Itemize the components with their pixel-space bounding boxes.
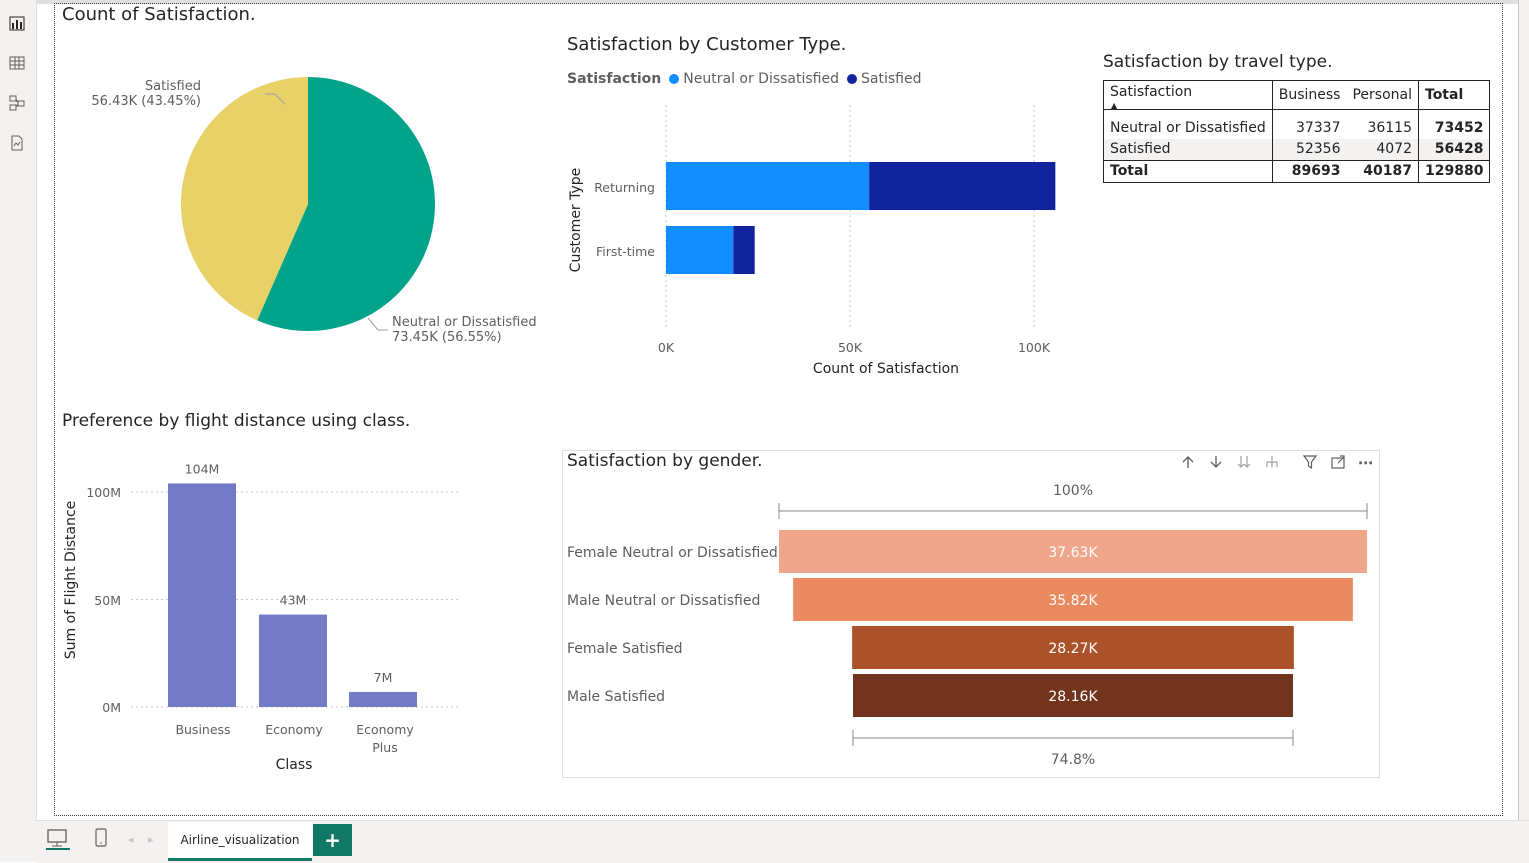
funnel-stage-label: Male Neutral or Dissatisfied	[567, 593, 760, 609]
x-label-economy: Economy	[265, 722, 323, 737]
x-tick-100k: 100K	[1018, 340, 1051, 355]
tab-airline-visualization[interactable]: Airline_visualization	[168, 822, 312, 861]
y-axis-title: Customer Type	[568, 168, 584, 273]
matrix-cell: 73452	[1418, 117, 1490, 139]
bar-returning-neutral[interactable]	[666, 162, 870, 210]
tab-scroll-left-icon[interactable]: ◂	[128, 833, 134, 846]
matrix-header-personal[interactable]: Personal	[1346, 81, 1418, 110]
legend-neutral-swatch	[669, 74, 680, 84]
pie-chart-title: Count of Satisfaction.	[62, 4, 256, 25]
x-tick-0k: 0K	[658, 340, 675, 355]
x-axis-title: Count of Satisfaction	[813, 361, 959, 377]
matrix-cell: 37337	[1271, 117, 1347, 139]
legend-satisfied-label[interactable]: Satisfied	[861, 71, 921, 87]
class-x-axis-title: Class	[276, 757, 313, 773]
funnel-value-label: 37.63K	[1048, 545, 1098, 561]
sort-ascending-icon: ▲	[1111, 101, 1118, 110]
table-view-icon[interactable]	[8, 54, 26, 72]
funnel-stage-label: Male Satisfied	[567, 689, 665, 705]
matrix-cell: Satisfied	[1110, 141, 1171, 157]
bar-first-time-neutral[interactable]	[666, 226, 734, 274]
class-chart-title: Preference by flight distance using clas…	[62, 411, 411, 431]
pie-label-satisfied: Satisfied 56.43K (43.45%)	[91, 79, 201, 109]
matrix-cell: Total	[1110, 163, 1149, 179]
y-tick-50m: 50M	[94, 593, 121, 608]
category-label-first-time: First-time	[596, 244, 655, 259]
matrix-header-total[interactable]: Total	[1418, 81, 1490, 110]
mobile-layout-icon[interactable]	[94, 828, 108, 852]
bar-first-time-satisfied[interactable]	[733, 226, 755, 274]
funnel-value-label: 35.82K	[1048, 593, 1098, 609]
travel-matrix-title: Satisfaction by travel type.	[1103, 52, 1333, 72]
legend-neutral-label[interactable]: Neutral or Dissatisfied	[683, 71, 839, 87]
class-chart: 104M 43M 7M 100M 50M 0M Business Economy E…	[63, 461, 461, 773]
matrix-row-satisfied: Satisfied 52356 4072 56428	[1104, 138, 1490, 160]
matrix-cell: 36115	[1367, 120, 1412, 136]
funnel-value-label: 28.16K	[1048, 689, 1098, 705]
gender-funnel-title: Satisfaction by gender.	[567, 451, 763, 471]
customer-type-title: Satisfaction by Customer Type.	[567, 34, 847, 55]
legend-satisfied-swatch	[847, 74, 858, 84]
customer-type-legend: Satisfaction Neutral or Dissatisfied Sat…	[567, 71, 921, 87]
legend-title: Satisfaction	[567, 71, 662, 87]
matrix-row-total: Total 89693 40187 129880	[1104, 160, 1490, 182]
model-view-icon[interactable]	[8, 94, 26, 112]
right-pane-edge	[1518, 0, 1529, 820]
matrix-cell: 56428	[1418, 138, 1490, 160]
pie-label-neutral: Neutral or Dissatisfied 73.45K (56.55%)	[392, 315, 537, 345]
funnel-stage-label: Female Neutral or Dissatisfied	[567, 545, 778, 561]
matrix-header-business[interactable]: Business	[1271, 81, 1347, 110]
matrix-cell: 52356	[1271, 138, 1347, 160]
customer-type-chart: Returning First-time 0K 50K 100K Count o…	[568, 105, 1056, 377]
funnel-value-label: 28.27K	[1048, 641, 1098, 657]
matrix-header-row: Satisfaction ▲ Business Personal Total	[1104, 81, 1490, 111]
view-sidebar	[0, 0, 37, 862]
class-data-label: 43M	[280, 593, 307, 608]
x-label-business: Business	[175, 722, 230, 737]
funnel-top-percent: 100%	[1053, 483, 1093, 499]
matrix-cell: 89693	[1271, 160, 1347, 182]
class-y-axis-title: Sum of Flight Distance	[63, 501, 79, 660]
class-data-label: 7M	[374, 670, 393, 685]
class-bar-economy-plus[interactable]	[349, 691, 417, 707]
matrix-header-satisfaction[interactable]: Satisfaction ▲	[1104, 81, 1272, 111]
y-tick-0m: 0M	[102, 700, 121, 715]
matrix-cell: 40187	[1363, 163, 1412, 179]
tab-scroll-right-icon[interactable]: ▸	[148, 833, 154, 846]
dax-query-icon[interactable]	[8, 134, 26, 152]
matrix-cell: 129880	[1418, 160, 1490, 182]
y-tick-100m: 100M	[86, 485, 121, 500]
desktop-layout-icon[interactable]	[46, 828, 70, 854]
x-tick-50k: 50K	[838, 340, 863, 355]
pie-leader-neutral	[367, 317, 388, 331]
matrix-cell: Neutral or Dissatisfied	[1110, 120, 1266, 136]
matrix-cell: 4072	[1376, 141, 1412, 157]
travel-matrix: Satisfaction ▲ Business Personal Total N…	[1103, 80, 1491, 183]
class-bar-business[interactable]	[168, 483, 236, 707]
matrix-row-neutral: Neutral or Dissatisfied 37337 36115 7345…	[1104, 117, 1490, 139]
add-page-button[interactable]: +	[313, 824, 352, 856]
x-label-economy-plus: Economy Plus	[356, 722, 414, 755]
matrix-spacer	[1104, 109, 1490, 118]
report-view-icon[interactable]	[8, 14, 26, 32]
class-bar-economy[interactable]	[259, 614, 327, 707]
bar-returning-satisfied[interactable]	[869, 162, 1056, 210]
gender-funnel-chart: 100% 37.63K Female Neutral or Dissatisfie…	[567, 483, 1368, 768]
funnel-stage-label: Female Satisfied	[567, 641, 683, 657]
funnel-bottom-percent: 74.8%	[1051, 752, 1095, 768]
class-data-label: 104M	[185, 461, 220, 476]
funnel-bottom-bracket	[852, 730, 1294, 746]
category-label-returning: Returning	[594, 180, 655, 195]
funnel-top-bracket	[778, 503, 1368, 519]
